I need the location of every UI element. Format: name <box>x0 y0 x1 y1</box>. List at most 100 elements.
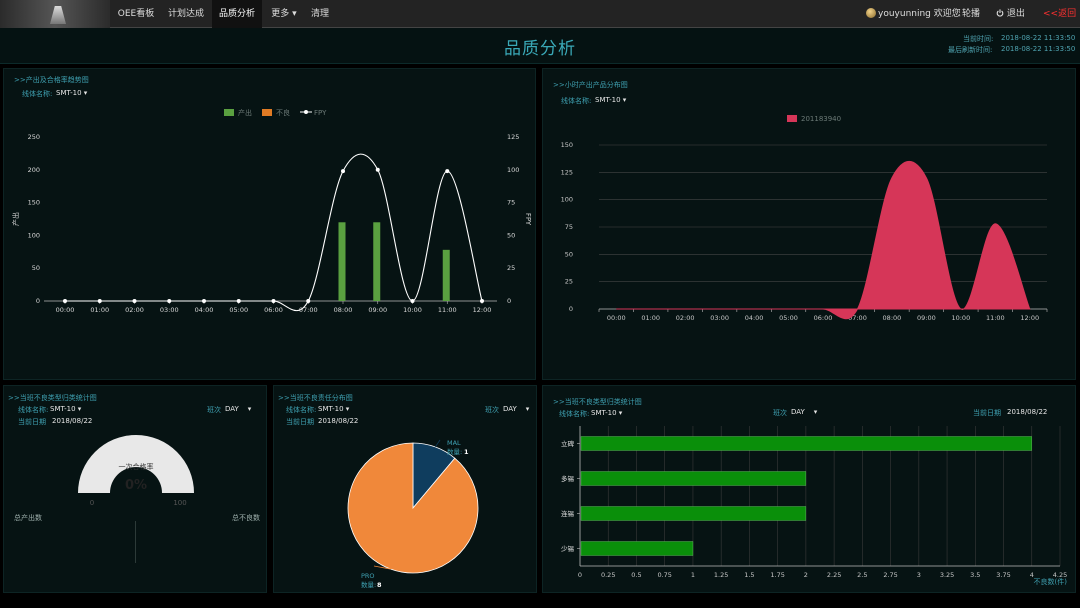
x-tick-label: 2 <box>804 571 808 579</box>
y-tick-label: 150 <box>561 141 573 149</box>
shift-select[interactable]: DAY ▾ <box>503 405 529 413</box>
total-output-label: 总产出数 <box>14 514 42 522</box>
legend-label: 201183940 <box>801 115 841 123</box>
caret-down-icon: ▾ <box>77 405 82 413</box>
shift-select[interactable]: DAY ▾ <box>791 408 817 416</box>
nav-tab-more[interactable]: 更多 ▾ <box>263 0 305 28</box>
caret-down-icon: ▾ <box>345 405 350 413</box>
line-select-value: SMT-10 <box>56 89 82 97</box>
x-tick-label: 07:00 <box>299 306 318 314</box>
x-tick-label: 11:00 <box>986 314 1005 322</box>
logout-label: 退出 <box>1006 9 1025 19</box>
x-tick-label: 03:00 <box>160 306 179 314</box>
x-tick-label: 06:00 <box>814 314 833 322</box>
gauge-min: 0 <box>90 499 94 507</box>
nav-more-label: 更多 <box>271 9 290 19</box>
caret-down-icon: ▾ <box>813 408 818 416</box>
user-greeting: youyunning 欢迎您 <box>878 9 961 19</box>
pie-label-pro-name: PRO <box>361 572 375 580</box>
hourly-output-panel: >>小时产出产品分布图 线体名称: SMT-10 ▾ 201183940 0 25 5… <box>542 68 1076 380</box>
panel-title: >>产出及合格率趋势图 <box>14 76 89 84</box>
gauge-max: 100 <box>173 499 186 507</box>
caret-down-icon: ▾ <box>618 409 623 417</box>
line-select[interactable]: SMT-10 ▾ <box>595 96 626 104</box>
fpy-point <box>167 299 172 303</box>
shift-label: 班次 <box>207 406 221 414</box>
current-time-label: 当前时间: <box>963 35 994 43</box>
shift-select[interactable]: DAY ▾ <box>225 405 251 413</box>
line-select[interactable]: SMT-10 ▾ <box>50 405 81 413</box>
area-series <box>616 160 1031 320</box>
line-select[interactable]: SMT-10 ▾ <box>591 409 622 417</box>
back-button[interactable]: <<返回 <box>1043 0 1076 28</box>
legend-label: 不良 <box>276 108 290 117</box>
y-tick-label: 25 <box>565 278 573 286</box>
header-bar: 品质分析 当前时间: 2018-08-22 11:33:50 最后刷新时间: 2… <box>0 28 1080 64</box>
nav-tab-quality[interactable]: 品质分析 <box>212 0 262 28</box>
fpy-point <box>202 299 206 303</box>
y-tick-label: 200 <box>28 166 40 174</box>
defect-responsibility-panel: >>当班不良责任分布图 线体名称: SMT-10 ▾ 班次 DAY ▾ 当前日期… <box>273 385 537 593</box>
x-tick-label: 08:00 <box>334 306 353 314</box>
line-label: 线体名称: <box>22 90 53 98</box>
caret-down-icon: ▾ <box>622 96 627 104</box>
nav-tab-clear[interactable]: 清理 <box>305 0 335 28</box>
divider <box>135 521 136 563</box>
pie-label-pro-count-label: 数量: <box>361 580 376 589</box>
top-navbar: OEE看板 计划达成 品质分析 更多 ▾ 清理 youyunning 欢迎您 轮… <box>0 0 1080 28</box>
x-tick-label: 0.5 <box>631 571 641 579</box>
x-tick-label: 1.75 <box>770 571 784 579</box>
nav-tab-plan[interactable]: 计划达成 <box>160 0 212 28</box>
panel-title: >>当班不良责任分布图 <box>278 394 353 402</box>
x-tick-label: 10:00 <box>951 314 970 322</box>
hourly-output-chart: 201183940 0 25 50 75 100 125 150 00:00 01:00 02:00… <box>561 115 1048 322</box>
y-tick-label: 0 <box>36 297 40 305</box>
pie-slice-pro <box>347 442 479 574</box>
line-label: 线体名称: <box>18 406 49 414</box>
x-tick-label: 1 <box>691 571 695 579</box>
caret-down-icon: ▾ <box>83 89 88 97</box>
nav-tab-oee[interactable]: OEE看板 <box>112 0 160 28</box>
x-tick-label: 01:00 <box>641 314 660 322</box>
fpy-point <box>445 169 450 174</box>
legend-swatch <box>787 115 797 122</box>
y-tick-label: 多锡 <box>561 474 575 483</box>
legend-output-swatch <box>224 109 234 116</box>
x-tick-label: 0.25 <box>601 571 615 579</box>
x-tick-label: 03:00 <box>710 314 729 322</box>
x-tick-label: 05:00 <box>229 306 248 314</box>
x-tick-label: 01:00 <box>90 306 109 314</box>
refresh-time: 2018-08-22 11:33:50 <box>1001 45 1076 53</box>
date-value: 2018/08/22 <box>52 417 93 425</box>
pie-label-pro-count: 8 <box>377 581 382 589</box>
x-tick-label: 02:00 <box>676 314 695 322</box>
line-select[interactable]: SMT-10 ▾ <box>318 405 349 413</box>
carousel-button[interactable]: 轮播 <box>962 0 980 28</box>
x-tick-label: 12:00 <box>473 306 492 314</box>
date-value: 2018/08/22 <box>318 417 359 425</box>
x-tick-label: 2.25 <box>827 571 841 579</box>
pie-leader-mal <box>434 439 441 448</box>
line-select-value: SMT-10 <box>318 405 344 413</box>
x-tick-label: 11:00 <box>438 306 457 314</box>
fpy-point <box>375 167 380 172</box>
y2-tick-label: 50 <box>507 231 515 239</box>
x-tick-label: 00:00 <box>56 306 75 314</box>
y-tick-label: 250 <box>28 133 40 141</box>
x-tick-label: 1.25 <box>714 571 728 579</box>
logout-button[interactable]: 退出 <box>996 0 1025 28</box>
fpy-point <box>306 299 311 303</box>
avatar <box>866 8 876 18</box>
y2-tick-label: 125 <box>507 133 519 141</box>
x-tick-label: 0.75 <box>657 571 671 579</box>
defect-type-bar <box>580 541 694 556</box>
line-label: 线体名称: <box>286 406 317 414</box>
x-tick-label: 0 <box>578 571 582 579</box>
y-tick-label: 100 <box>28 231 40 239</box>
date-label: 当前日期 <box>18 418 46 426</box>
shift-select-value: DAY <box>791 408 805 416</box>
date-value: 2018/08/22 <box>1007 408 1048 416</box>
shift-select-value: DAY <box>225 405 239 413</box>
refresh-time-label: 最后刷新时间: <box>948 46 993 54</box>
line-select[interactable]: SMT-10 ▾ <box>56 89 87 97</box>
